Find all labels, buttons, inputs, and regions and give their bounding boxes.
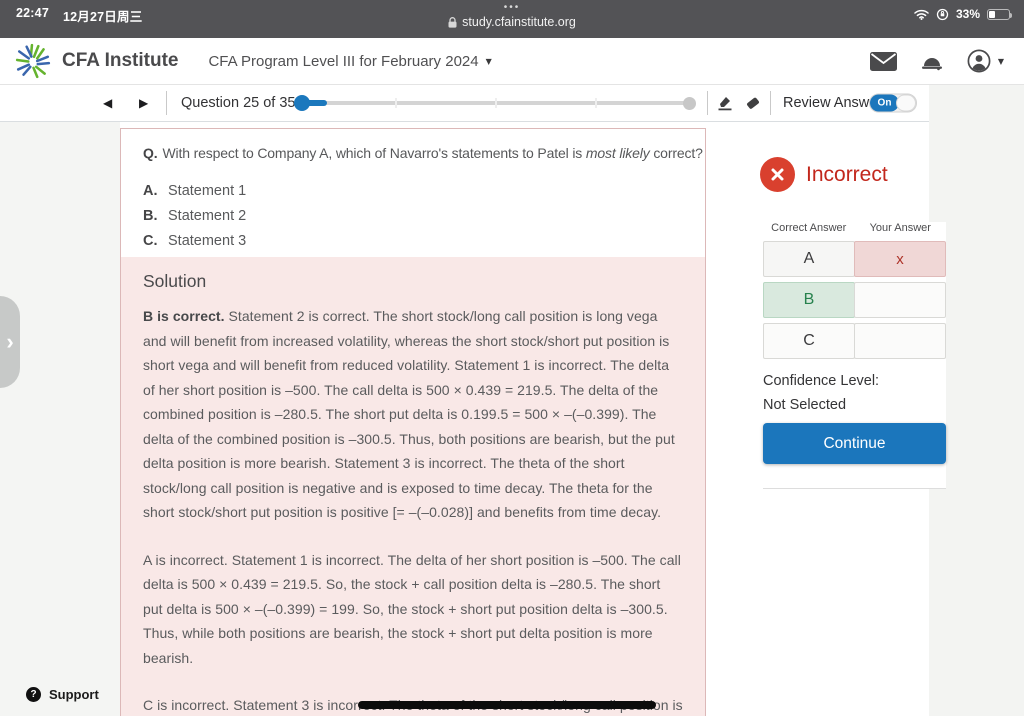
correct-answer-cell-c: C bbox=[763, 323, 855, 359]
alerts-icon[interactable] bbox=[921, 52, 943, 71]
correct-answer-cell-b: B bbox=[763, 282, 855, 318]
chevron-down-icon: ▼ bbox=[485, 56, 492, 66]
rotation-lock-icon bbox=[936, 8, 949, 21]
status-bar: 22:47 12月27日周三 ••• study.cfainstitute.or… bbox=[0, 0, 1024, 38]
option-c[interactable]: C. Statement 3 bbox=[143, 231, 683, 251]
toolbar-divider bbox=[166, 91, 167, 115]
solution-section: Solution B is correct. Statement 2 is co… bbox=[121, 257, 705, 716]
question-text-part: With respect to Company A, which of Nava… bbox=[162, 145, 586, 161]
solution-paragraph-1: B is correct. Statement 2 is correct. Th… bbox=[143, 304, 683, 525]
correct-answer-header: Correct Answer bbox=[771, 222, 847, 234]
your-answer-cell-b bbox=[854, 282, 946, 318]
solution-heading: Solution bbox=[143, 271, 207, 291]
option-text: Statement 2 bbox=[168, 208, 247, 224]
correct-answer-cell-a: A bbox=[763, 241, 855, 277]
battery-percent: 33% bbox=[955, 7, 980, 21]
confidence-value: Not Selected bbox=[763, 397, 847, 413]
toolbar-divider bbox=[707, 91, 708, 115]
toggle-on-label: On bbox=[870, 94, 899, 112]
answer-options: A. Statement 1 B. Statement 2 C. Stateme… bbox=[143, 181, 683, 251]
option-letter: A. bbox=[143, 183, 158, 199]
question-counter: Question 25 of 35 bbox=[181, 95, 296, 111]
question-toolbar: ◀ ▶ Question 25 of 35 Review Answer On bbox=[0, 85, 1024, 122]
question-text: Q. With respect to Company A, which of Na… bbox=[143, 143, 703, 163]
result-indicator: Incorrect bbox=[760, 157, 888, 192]
slider-thumb[interactable] bbox=[294, 95, 310, 111]
confidence-block: Confidence Level: Not Selected bbox=[763, 369, 946, 417]
previous-question-button[interactable]: ◀ bbox=[103, 96, 112, 110]
answer-row-c: C bbox=[763, 323, 946, 359]
cfa-logo-icon bbox=[14, 42, 52, 80]
slider-end-cap bbox=[683, 97, 696, 110]
next-question-button[interactable]: ▶ bbox=[139, 96, 148, 110]
header-actions: ▼ bbox=[869, 49, 1004, 73]
question-text-part: correct? bbox=[649, 145, 703, 161]
option-b[interactable]: B. Statement 2 bbox=[143, 206, 683, 226]
brand-name: CFA Institute bbox=[62, 50, 179, 71]
account-menu[interactable]: ▼ bbox=[967, 49, 1004, 73]
question-text-italic: most likely bbox=[585, 145, 650, 161]
question-progress-slider[interactable] bbox=[294, 95, 696, 111]
toggle-knob[interactable] bbox=[896, 94, 916, 112]
battery-icon bbox=[987, 8, 1012, 20]
question-mark-icon: ? bbox=[26, 687, 41, 702]
option-text: Statement 1 bbox=[168, 183, 247, 199]
confidence-label: Confidence Level: bbox=[763, 373, 880, 389]
panel-divider bbox=[763, 488, 946, 489]
your-answer-cell-a: x bbox=[854, 241, 946, 277]
url-text: study.cfainstitute.org bbox=[462, 15, 576, 29]
support-button[interactable]: ? Support bbox=[26, 687, 99, 702]
review-answer-label: Review Answer bbox=[783, 95, 883, 111]
chevron-down-icon: ▼ bbox=[997, 56, 1004, 66]
continue-button[interactable]: Continue bbox=[763, 423, 946, 464]
lock-icon bbox=[448, 16, 457, 28]
question-card: Q. With respect to Company A, which of Na… bbox=[120, 128, 706, 716]
your-answer-header: Your Answer bbox=[869, 222, 931, 234]
slider-tick bbox=[495, 98, 497, 108]
program-title: CFA Program Level III for February 2024 bbox=[208, 52, 479, 70]
slider-tick bbox=[595, 98, 597, 108]
slider-tick bbox=[395, 98, 397, 108]
avatar-icon bbox=[967, 49, 991, 73]
result-label: Incorrect bbox=[806, 162, 888, 186]
program-dropdown[interactable]: CFA Program Level III for February 2024 … bbox=[208, 53, 491, 70]
screen: 22:47 12月27日周三 ••• study.cfainstitute.or… bbox=[0, 0, 1024, 716]
wifi-icon bbox=[914, 9, 929, 20]
answer-widget: Correct Answer Your Answer A x B C Confi… bbox=[763, 222, 946, 489]
option-letter: B. bbox=[143, 208, 158, 224]
toolbar-divider bbox=[770, 91, 771, 115]
address-bar[interactable]: study.cfainstitute.org bbox=[448, 15, 576, 29]
left-gutter bbox=[0, 122, 120, 716]
solution-text: Statement 2 is correct. The short stock/… bbox=[143, 308, 675, 520]
sidebar-expand-handle[interactable]: › bbox=[0, 296, 20, 388]
answer-row-b: B bbox=[763, 282, 946, 318]
tab-dots-icon: ••• bbox=[503, 2, 521, 13]
option-text: Statement 3 bbox=[168, 233, 247, 249]
home-indicator[interactable] bbox=[358, 701, 656, 709]
status-center: ••• study.cfainstitute.org bbox=[0, 0, 1024, 33]
question-label: Q. bbox=[143, 145, 158, 161]
status-right: 33% bbox=[914, 7, 1012, 21]
option-letter: C. bbox=[143, 233, 158, 249]
chevron-right-icon: › bbox=[6, 329, 14, 354]
support-label: Support bbox=[49, 687, 99, 702]
highlighter-icon[interactable] bbox=[716, 94, 734, 112]
answer-table-headers: Correct Answer Your Answer bbox=[763, 222, 946, 234]
option-a[interactable]: A. Statement 1 bbox=[143, 181, 683, 201]
solution-lead: B is correct. bbox=[143, 308, 225, 324]
your-answer-cell-c bbox=[854, 323, 946, 359]
answer-row-a: A x bbox=[763, 241, 946, 277]
solution-paragraph-2: A is incorrect. Statement 1 is incorrect… bbox=[143, 551, 681, 666]
incorrect-x-icon bbox=[760, 157, 795, 192]
eraser-icon[interactable] bbox=[744, 95, 761, 112]
question-block: Q. With respect to Company A, which of Na… bbox=[121, 129, 705, 251]
app-header: CFA Institute CFA Program Level III for … bbox=[0, 38, 1024, 85]
review-answer-toggle[interactable]: On bbox=[869, 93, 917, 113]
messages-icon[interactable] bbox=[869, 51, 897, 71]
